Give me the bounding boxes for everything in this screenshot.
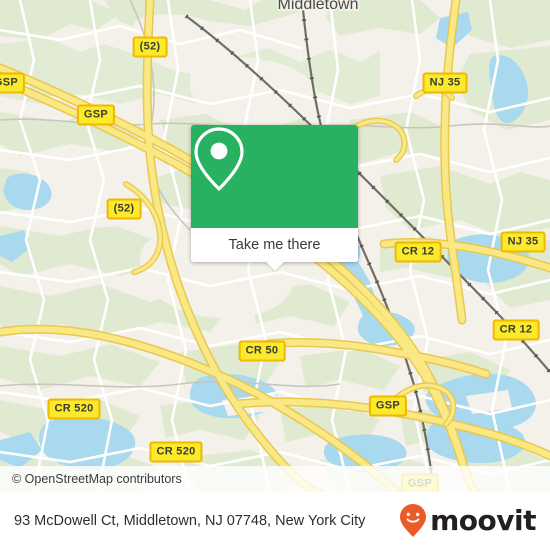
route-shield-cr520-south[interactable]: CR 520: [149, 441, 203, 463]
route-shield-gsp-lower[interactable]: GSP: [368, 395, 408, 417]
destination-callout[interactable]: Take me there: [191, 125, 358, 271]
route-shield-gsp-west-edge[interactable]: GSP: [0, 72, 26, 94]
attribution-label: © OpenStreetMap contributors: [12, 472, 182, 486]
moovit-logo[interactable]: moovit: [399, 503, 536, 539]
route-shield-cr50[interactable]: CR 50: [238, 340, 286, 362]
route-shield-cr12-lower[interactable]: CR 12: [492, 319, 540, 341]
route-shield-52-mid[interactable]: (52): [106, 198, 142, 220]
callout-tail: [264, 261, 285, 271]
moovit-wordmark: moovit: [430, 504, 536, 537]
route-shield-cr12-upper[interactable]: CR 12: [394, 241, 442, 263]
take-me-there-button[interactable]: Take me there: [191, 228, 358, 262]
map-attribution[interactable]: © OpenStreetMap contributors: [0, 466, 550, 492]
moovit-pin-icon: [400, 504, 427, 537]
take-me-there-label: Take me there: [228, 237, 321, 253]
footer-bar: 93 McDowell Ct, Middletown, NJ 07748, Ne…: [0, 492, 550, 550]
callout-header: [191, 125, 358, 228]
route-shield-gsp-upper[interactable]: GSP: [76, 104, 116, 126]
route-shield-cr520-west[interactable]: CR 520: [47, 398, 101, 420]
map-screen: Middletown (52) GSP GSP NJ 35 (52) CR 12…: [0, 0, 550, 550]
address-label: 93 McDowell Ct, Middletown, NJ 07748, Ne…: [14, 512, 366, 529]
route-shield-52-north[interactable]: (52): [132, 36, 168, 58]
city-label-middletown: Middletown: [277, 0, 359, 13]
route-shield-nj35-mid[interactable]: NJ 35: [500, 231, 546, 253]
map-canvas[interactable]: Middletown (52) GSP GSP NJ 35 (52) CR 12…: [0, 0, 550, 492]
map-pin-icon: [194, 127, 244, 191]
route-shield-nj35-upper[interactable]: NJ 35: [422, 72, 468, 94]
